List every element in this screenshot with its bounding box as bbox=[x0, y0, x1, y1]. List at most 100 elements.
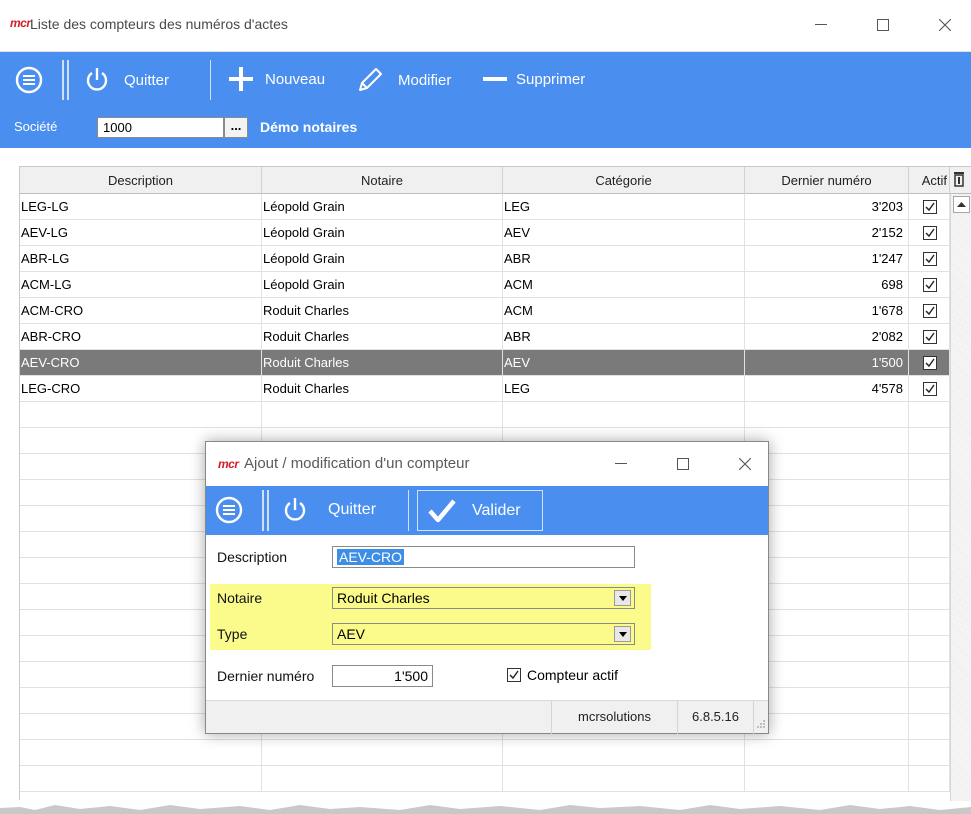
table-row[interactable]: LEG-LG Léopold Grain LEG 3'203 bbox=[20, 194, 950, 220]
chevron-down-icon[interactable] bbox=[614, 590, 631, 606]
column-settings-button[interactable] bbox=[952, 171, 966, 192]
cell-actif bbox=[909, 480, 950, 506]
plus-icon bbox=[229, 67, 253, 91]
description-value: AEV-CRO bbox=[337, 549, 405, 565]
description-input[interactable]: AEV-CRO bbox=[332, 546, 635, 568]
column-header-dernier-numero[interactable]: Dernier numéro bbox=[745, 167, 909, 194]
notaire-value: Roduit Charles bbox=[337, 590, 430, 606]
company-bar: Société 1000 ... Démo notaires bbox=[0, 108, 971, 148]
menu-icon bbox=[15, 66, 43, 94]
validate-button[interactable]: Valider bbox=[417, 490, 543, 531]
cell-actif bbox=[909, 506, 950, 532]
cell-notaire: Roduit Charles bbox=[262, 376, 503, 402]
company-code-input[interactable]: 1000 bbox=[97, 117, 224, 138]
table-row[interactable]: AEV-CRO Roduit Charles AEV 1'500 bbox=[20, 350, 950, 376]
checkmark-icon bbox=[428, 499, 456, 522]
maximize-icon bbox=[677, 458, 689, 470]
checkbox-icon bbox=[922, 251, 937, 266]
actif-checkbox[interactable] bbox=[909, 272, 950, 298]
column-header-description[interactable]: Description bbox=[20, 167, 262, 194]
table-row[interactable]: LEG-CRO Roduit Charles LEG 4'578 bbox=[20, 376, 950, 402]
notaire-select[interactable]: Roduit Charles bbox=[332, 587, 635, 609]
validate-label: Valider bbox=[472, 501, 521, 519]
cell-actif bbox=[909, 532, 950, 558]
cell-dernier: 1'678 bbox=[745, 298, 909, 324]
cell-notaire: Roduit Charles bbox=[262, 298, 503, 324]
table-row[interactable]: ACM-LG Léopold Grain ACM 698 bbox=[20, 272, 950, 298]
cell-dernier bbox=[745, 740, 909, 766]
actif-checkbox[interactable] bbox=[909, 246, 950, 272]
cell-actif bbox=[909, 688, 950, 714]
actif-checkbox[interactable] bbox=[909, 220, 950, 246]
maximize-button[interactable] bbox=[860, 8, 906, 42]
cell-notaire bbox=[262, 402, 503, 428]
cell-dernier: 3'203 bbox=[745, 194, 909, 220]
dialog-app-logo: mcr bbox=[218, 457, 239, 471]
cell-notaire bbox=[262, 740, 503, 766]
minimize-button[interactable] bbox=[798, 8, 844, 42]
actif-checkbox[interactable] bbox=[909, 324, 950, 350]
dialog-maximize-button[interactable] bbox=[660, 447, 706, 481]
app-logo: mcr bbox=[10, 16, 31, 30]
menu-button[interactable] bbox=[14, 65, 44, 95]
checkbox-icon bbox=[507, 668, 521, 682]
column-header-actif[interactable]: Actif bbox=[909, 167, 950, 194]
checkbox-icon bbox=[922, 225, 937, 240]
cell-description bbox=[20, 402, 262, 428]
scroll-up-button[interactable] bbox=[953, 196, 970, 213]
new-label: Nouveau bbox=[265, 70, 326, 88]
cell-dernier: 1'500 bbox=[745, 350, 909, 376]
cell-actif bbox=[909, 740, 950, 766]
company-lookup-button[interactable]: ... bbox=[224, 117, 248, 138]
type-label: Type bbox=[217, 626, 248, 642]
actif-checkbox[interactable] bbox=[909, 298, 950, 324]
cell-actif bbox=[909, 610, 950, 636]
edit-label: Modifier bbox=[398, 71, 452, 89]
actif-checkbox[interactable] bbox=[909, 350, 950, 376]
cell-dernier bbox=[745, 532, 909, 558]
cell-description: LEG-LG bbox=[20, 194, 262, 220]
menu-icon bbox=[215, 496, 243, 524]
vertical-scrollbar[interactable] bbox=[950, 194, 971, 801]
pencil-icon bbox=[359, 68, 382, 91]
dialog-menu-button[interactable] bbox=[214, 495, 244, 525]
cell-description: ACM-LG bbox=[20, 272, 262, 298]
close-icon bbox=[739, 458, 751, 470]
quit-button[interactable]: Quitter bbox=[84, 65, 169, 95]
dialog-quit-button[interactable]: Quitter bbox=[282, 495, 376, 525]
cell-categorie: ABR bbox=[503, 246, 745, 272]
table-row[interactable]: ACM-CRO Roduit Charles ACM 1'678 bbox=[20, 298, 950, 324]
cell-categorie: LEG bbox=[503, 194, 745, 220]
actif-checkbox[interactable] bbox=[909, 376, 950, 402]
main-toolbar: Quitter Nouveau Modifier Supprimer bbox=[0, 52, 971, 108]
column-header-categorie[interactable]: Catégorie bbox=[503, 167, 745, 194]
cell-description: AEV-LG bbox=[20, 220, 262, 246]
cell-dernier bbox=[745, 662, 909, 688]
dernier-numero-input[interactable]: 1'500 bbox=[332, 665, 433, 687]
new-button[interactable]: Nouveau bbox=[228, 66, 325, 92]
type-select[interactable]: AEV bbox=[332, 623, 635, 645]
table-row[interactable]: AEV-LG Léopold Grain AEV 2'152 bbox=[20, 220, 950, 246]
checkbox-icon bbox=[922, 303, 937, 318]
dialog-close-button[interactable] bbox=[722, 447, 768, 481]
dialog-statusbar: mcrsolutions 6.8.5.16 bbox=[206, 700, 768, 734]
chevron-down-icon[interactable] bbox=[614, 626, 631, 642]
minimize-icon bbox=[615, 463, 627, 464]
main-titlebar: mcr Liste des compteurs des numéros d'ac… bbox=[0, 0, 971, 52]
maximize-icon bbox=[877, 19, 889, 31]
toolbar-separator bbox=[408, 490, 409, 531]
edit-button[interactable]: Modifier bbox=[356, 66, 451, 94]
dialog-minimize-button[interactable] bbox=[598, 447, 644, 481]
resize-grip-icon[interactable] bbox=[753, 701, 768, 734]
close-button[interactable] bbox=[922, 8, 968, 42]
cell-dernier bbox=[745, 636, 909, 662]
checkbox-icon bbox=[922, 277, 937, 292]
delete-button[interactable]: Supprimer bbox=[482, 66, 585, 92]
column-header-notaire[interactable]: Notaire bbox=[262, 167, 503, 194]
table-row[interactable]: ABR-CRO Roduit Charles ABR 2'082 bbox=[20, 324, 950, 350]
company-name: Démo notaires bbox=[260, 119, 358, 135]
actif-checkbox[interactable] bbox=[909, 194, 950, 220]
compteur-actif-checkbox[interactable]: Compteur actif bbox=[507, 667, 618, 683]
table-row[interactable]: ABR-LG Léopold Grain ABR 1'247 bbox=[20, 246, 950, 272]
cell-categorie: LEG bbox=[503, 376, 745, 402]
